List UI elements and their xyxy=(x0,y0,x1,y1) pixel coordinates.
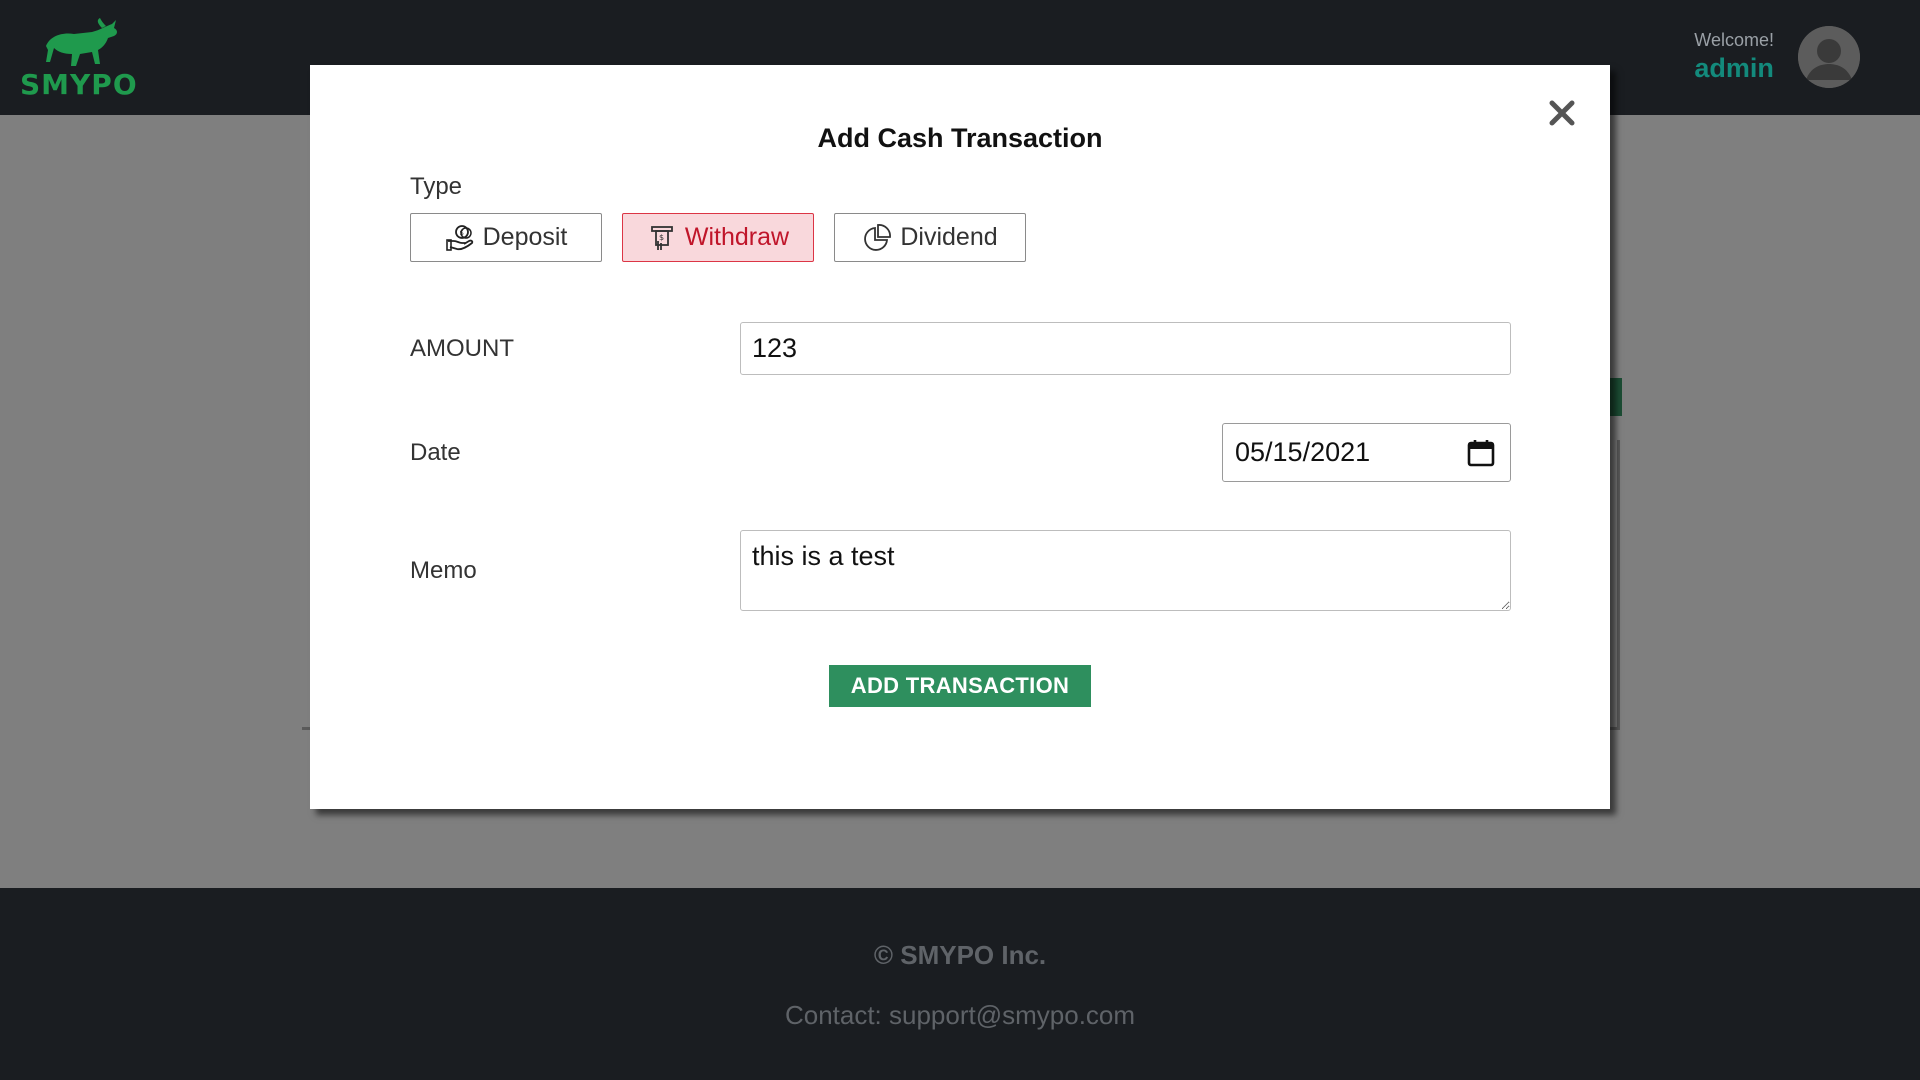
amount-input[interactable] xyxy=(740,322,1511,375)
memo-textarea[interactable]: this is a test xyxy=(740,530,1511,611)
avatar[interactable] xyxy=(1798,26,1860,88)
user-avatar-icon xyxy=(1798,26,1860,88)
welcome-label: Welcome! xyxy=(1694,30,1774,50)
bull-logo-icon xyxy=(46,18,117,66)
deposit-button[interactable]: $ Deposit xyxy=(410,213,602,262)
amount-label: AMOUNT xyxy=(410,335,514,362)
pie-chart-icon xyxy=(864,223,892,251)
deposit-label: Deposit xyxy=(482,223,568,251)
withdraw-button[interactable]: $ Withdraw xyxy=(622,213,814,262)
footer-contact[interactable]: Contact: support@smypo.com xyxy=(0,1000,1920,1031)
svg-text:$: $ xyxy=(459,229,463,237)
add-cash-transaction-modal: Add Cash Transaction Type $ Deposit $ Wi… xyxy=(310,65,1610,809)
add-transaction-button[interactable]: ADD TRANSACTION xyxy=(829,665,1091,707)
hand-coins-icon: $ xyxy=(445,224,473,251)
modal-title: Add Cash Transaction xyxy=(817,123,1103,153)
atm-withdraw-icon: $ xyxy=(651,225,673,250)
date-value: 05/15/2021 xyxy=(1235,437,1371,467)
dividend-button[interactable]: Dividend xyxy=(834,213,1026,262)
footer-copyright: © SMYPO Inc. xyxy=(873,940,1047,970)
username-link[interactable]: admin xyxy=(1694,53,1774,84)
date-input[interactable]: 05/15/2021 xyxy=(1222,423,1511,482)
dividend-label: Dividend xyxy=(900,223,998,251)
logo-text: SMYPO xyxy=(20,68,138,101)
withdraw-label: Withdraw xyxy=(684,223,790,251)
date-label: Date xyxy=(410,439,461,466)
type-label: Type xyxy=(410,173,463,200)
calendar-icon[interactable] xyxy=(1466,438,1496,468)
memo-label: Memo xyxy=(410,557,477,584)
smypo-logo[interactable]: SMYPO xyxy=(20,18,138,101)
page-footer: © SMYPO Inc. Contact: support@smypo.com xyxy=(0,888,1920,1080)
welcome-block: Welcome! admin xyxy=(1694,30,1774,84)
svg-text:$: $ xyxy=(659,233,664,242)
